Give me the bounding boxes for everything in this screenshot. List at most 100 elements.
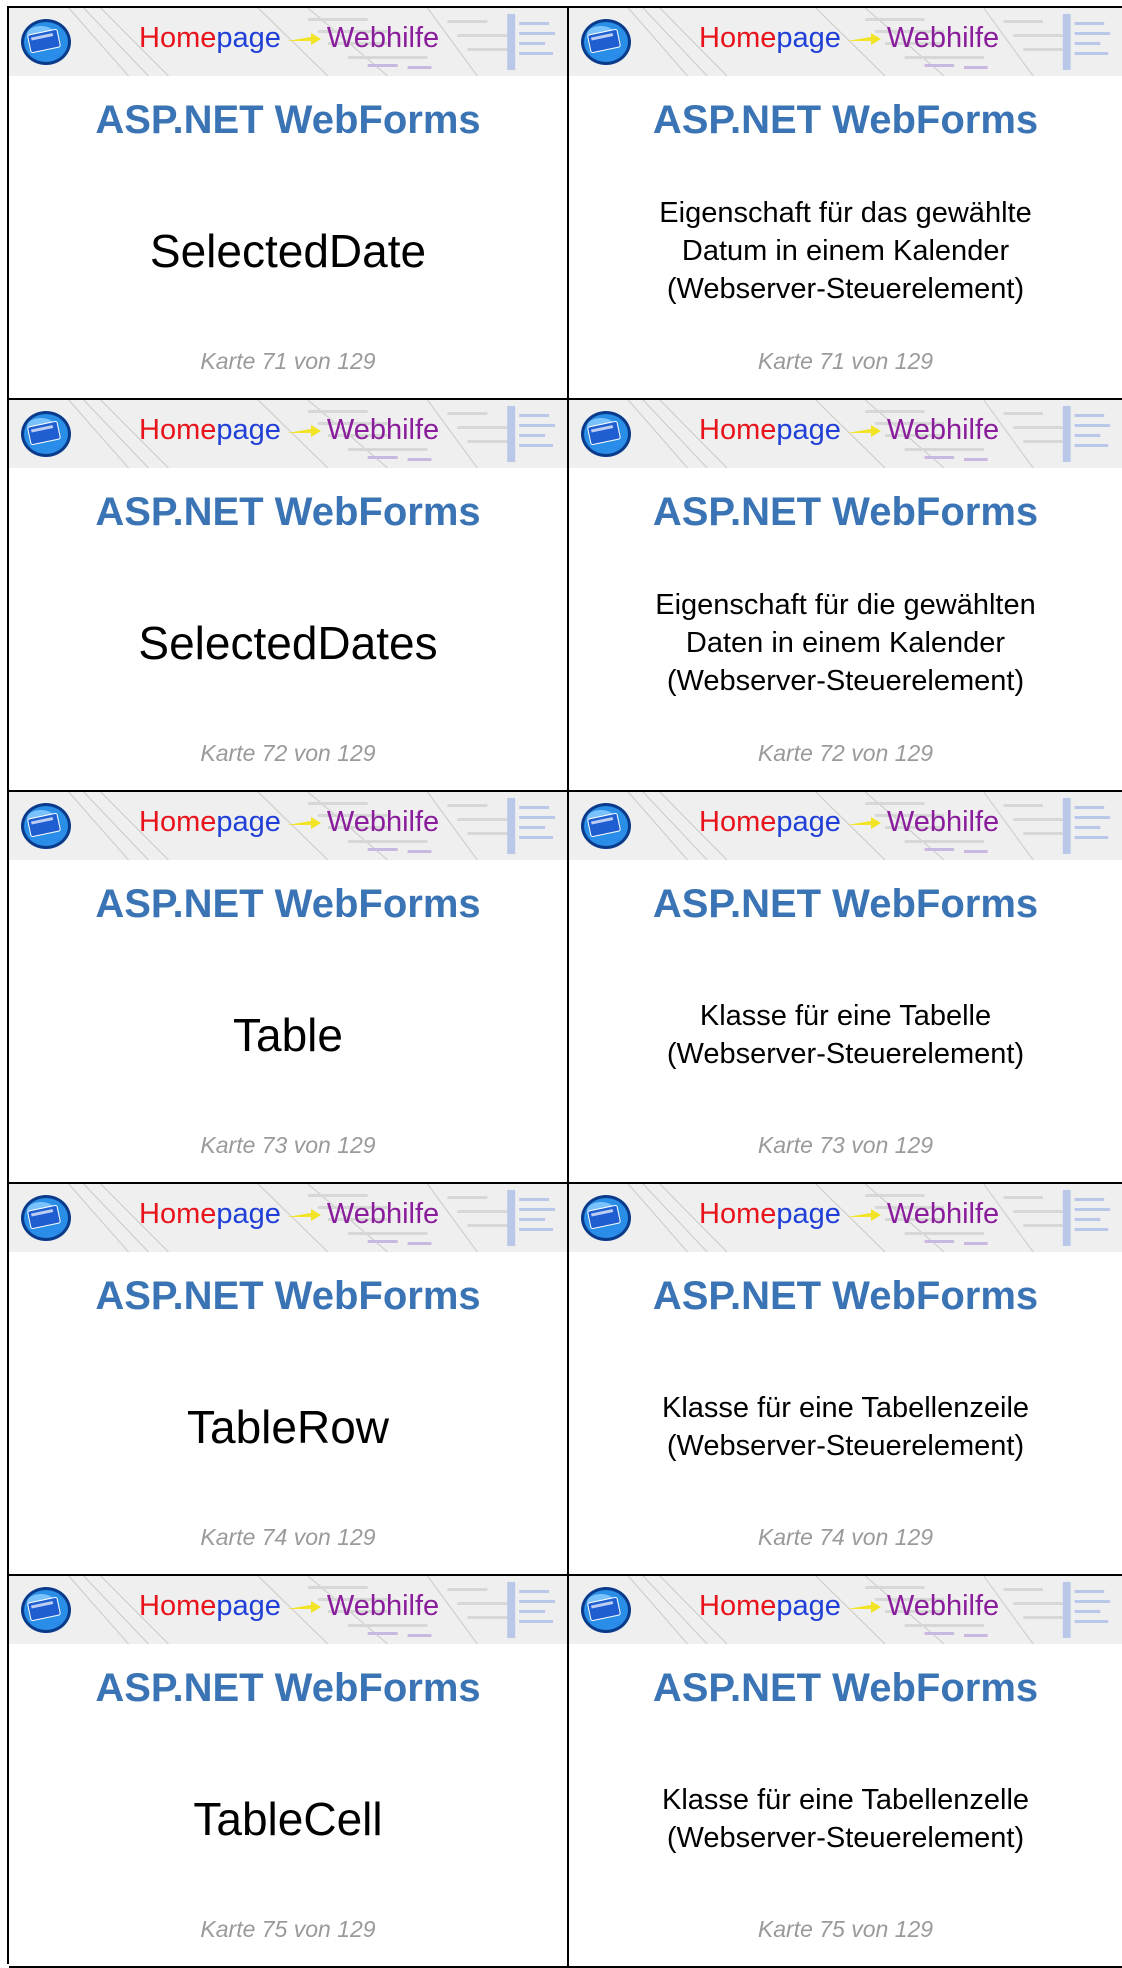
banner-page-text: page <box>216 22 281 54</box>
card-front: Homepage Webhilfe ASP.NET WebForms TableRo… <box>9 1184 569 1576</box>
card-title: ASP.NET WebForms <box>95 98 481 142</box>
homepage-webhilfe-banner: Homepage Webhilfe <box>9 1576 567 1644</box>
arrow-icon <box>846 817 881 830</box>
banner-home-text: Home <box>139 1198 217 1230</box>
banner-webhilfe-text: Webhilfe <box>326 414 440 446</box>
globe-logo-icon <box>21 1587 71 1633</box>
card-title: ASP.NET WebForms <box>652 98 1039 142</box>
globe-logo-icon <box>21 1195 71 1241</box>
card-front: Homepage Webhilfe ASP.NET WebForms Selecte… <box>9 8 569 400</box>
card-counter: Karte 73 von 129 <box>200 1132 376 1158</box>
card-counter: Karte 75 von 129 <box>757 1916 934 1942</box>
banner-wordmark: Homepage Webhilfe <box>139 21 439 55</box>
banner-page-text: page <box>776 22 841 54</box>
card-grid: Homepage Webhilfe ASP.NET WebForms Selecte… <box>7 6 1122 1968</box>
globe-logo-icon <box>581 411 631 457</box>
homepage-webhilfe-banner: Homepage Webhilfe <box>9 400 567 468</box>
card-title: ASP.NET WebForms <box>652 490 1039 534</box>
banner-wordmark: Homepage Webhilfe <box>699 805 999 839</box>
banner-wordmark: Homepage Webhilfe <box>699 1197 999 1231</box>
globe-logo-icon <box>21 411 71 457</box>
card-term: Table <box>233 1009 343 1061</box>
banner-wordmark: Homepage Webhilfe <box>139 805 439 839</box>
homepage-webhilfe-banner: Homepage Webhilfe <box>569 1576 1122 1644</box>
card-definition: Klasse für eine Tabellenzeile (Webserver… <box>661 1392 1030 1462</box>
card-back: Homepage Webhilfe ASP.NET WebForms Klasse … <box>569 792 1122 1184</box>
card-back: Homepage Webhilfe ASP.NET WebForms Eigensc… <box>569 8 1122 400</box>
arrow-icon <box>846 33 881 46</box>
arrow-icon <box>286 425 321 438</box>
card-term: SelectedDate <box>149 225 427 277</box>
banner-wordmark: Homepage Webhilfe <box>699 1589 999 1623</box>
homepage-webhilfe-banner: Homepage Webhilfe <box>569 400 1122 468</box>
card-back: Homepage Webhilfe ASP.NET WebForms Klasse … <box>569 1184 1122 1576</box>
card-front: Homepage Webhilfe ASP.NET WebForms Table Ka… <box>9 792 569 1184</box>
card-counter: Karte 74 von 129 <box>200 1524 376 1550</box>
banner-webhilfe-text: Webhilfe <box>326 1198 440 1230</box>
banner-page-text: page <box>216 1198 281 1230</box>
globe-logo-icon <box>581 803 631 849</box>
card-title: ASP.NET WebForms <box>95 490 481 534</box>
arrow-icon <box>286 33 321 46</box>
flashcard-sheet: Homepage Webhilfe ASP.NET WebForms Selecte… <box>0 0 1122 1968</box>
card-title: ASP.NET WebForms <box>95 1274 481 1318</box>
card-title: ASP.NET WebForms <box>95 882 481 926</box>
card-definition: Eigenschaft für das gewählte Datum in ei… <box>659 197 1032 305</box>
banner-home-text: Home <box>699 1590 777 1622</box>
homepage-webhilfe-banner: Homepage Webhilfe <box>9 8 567 76</box>
card-counter: Karte 74 von 129 <box>757 1524 934 1550</box>
arrow-icon <box>286 1209 321 1222</box>
card-title: ASP.NET WebForms <box>652 882 1039 926</box>
card-counter: Karte 72 von 129 <box>200 740 376 766</box>
card-front: Homepage Webhilfe ASP.NET WebForms TableCe… <box>9 1576 569 1968</box>
banner-home-text: Home <box>139 1590 217 1622</box>
homepage-webhilfe-banner: Homepage Webhilfe <box>9 1184 567 1252</box>
card-term: TableRow <box>187 1401 389 1453</box>
banner-webhilfe-text: Webhilfe <box>886 414 1000 446</box>
banner-page-text: page <box>776 806 841 838</box>
card-front: Homepage Webhilfe ASP.NET WebForms Selecte… <box>9 400 569 792</box>
card-counter: Karte 75 von 129 <box>200 1916 376 1942</box>
card-definition: Eigenschaft für die gewählten Daten in e… <box>655 589 1036 697</box>
banner-home-text: Home <box>699 806 777 838</box>
banner-wordmark: Homepage Webhilfe <box>139 1589 439 1623</box>
banner-page-text: page <box>216 1590 281 1622</box>
banner-wordmark: Homepage Webhilfe <box>139 1197 439 1231</box>
banner-wordmark: Homepage Webhilfe <box>699 413 999 447</box>
globe-logo-icon <box>581 1587 631 1633</box>
banner-page-text: page <box>776 414 841 446</box>
banner-webhilfe-text: Webhilfe <box>326 22 440 54</box>
card-back: Homepage Webhilfe ASP.NET WebForms Klasse … <box>569 1576 1122 1968</box>
banner-page-text: page <box>776 1198 841 1230</box>
banner-home-text: Home <box>699 1198 777 1230</box>
card-counter: Karte 71 von 129 <box>200 348 376 374</box>
homepage-webhilfe-banner: Homepage Webhilfe <box>9 792 567 860</box>
banner-webhilfe-text: Webhilfe <box>886 1590 1000 1622</box>
banner-webhilfe-text: Webhilfe <box>326 1590 440 1622</box>
card-definition: Klasse für eine Tabellenzelle (Webserver… <box>661 1784 1030 1854</box>
card-term: SelectedDates <box>138 617 438 669</box>
globe-logo-icon <box>581 1195 631 1241</box>
card-title: ASP.NET WebForms <box>95 1666 481 1710</box>
arrow-icon <box>846 425 881 438</box>
banner-page-text: page <box>216 414 281 446</box>
banner-home-text: Home <box>699 414 777 446</box>
arrow-icon <box>286 817 321 830</box>
card-term: TableCell <box>193 1793 383 1845</box>
arrow-icon <box>846 1601 881 1614</box>
card-counter: Karte 72 von 129 <box>757 740 934 766</box>
card-definition: Klasse für eine Tabelle (Webserver-Steue… <box>666 1000 1025 1070</box>
card-back: Homepage Webhilfe ASP.NET WebForms Eigensc… <box>569 400 1122 792</box>
banner-wordmark: Homepage Webhilfe <box>699 21 999 55</box>
globe-logo-icon <box>581 19 631 65</box>
banner-wordmark: Homepage Webhilfe <box>139 413 439 447</box>
globe-logo-icon <box>21 803 71 849</box>
banner-home-text: Home <box>139 22 217 54</box>
arrow-icon <box>846 1209 881 1222</box>
homepage-webhilfe-banner: Homepage Webhilfe <box>569 1184 1122 1252</box>
homepage-webhilfe-banner: Homepage Webhilfe <box>569 8 1122 76</box>
card-title: ASP.NET WebForms <box>652 1274 1039 1318</box>
card-title: ASP.NET WebForms <box>652 1666 1039 1710</box>
banner-webhilfe-text: Webhilfe <box>326 806 440 838</box>
banner-webhilfe-text: Webhilfe <box>886 806 1000 838</box>
